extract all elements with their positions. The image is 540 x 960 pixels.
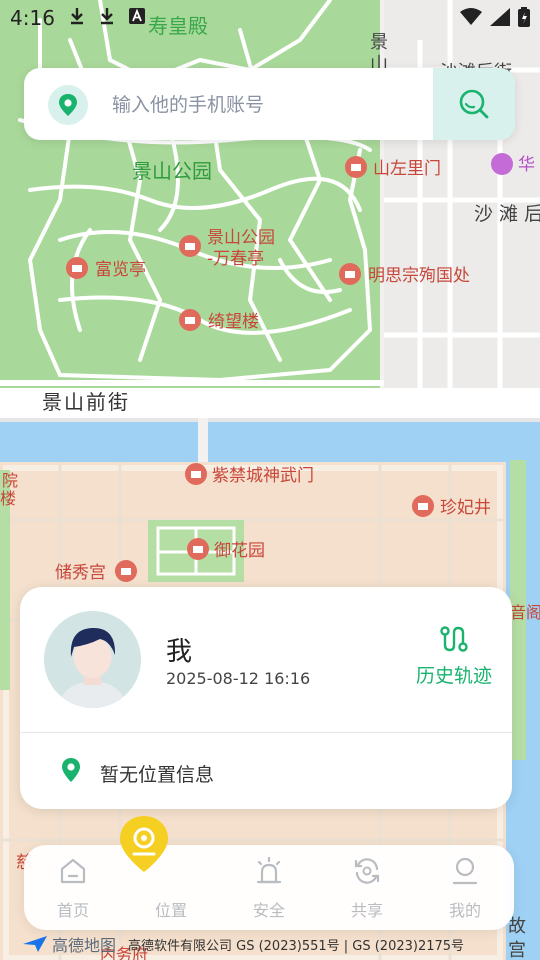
amap-logo-text: 高德地图 <box>52 936 117 955</box>
alarm-icon <box>256 856 282 884</box>
search-button[interactable] <box>433 68 515 140</box>
avatar-icon <box>44 611 141 708</box>
status-bar: 4:16 <box>0 0 540 36</box>
map-label: 沙 滩 后 <box>474 203 540 225</box>
search-icon <box>459 89 489 119</box>
tab-label: 位置 <box>154 901 187 920</box>
map-label: 楼 <box>0 489 16 508</box>
map-label: 富览亭 <box>95 260 146 280</box>
wifi-icon <box>460 8 482 25</box>
battery-icon <box>518 7 530 27</box>
map-label: 院 <box>2 471 18 490</box>
user-location-card: 我 2025-08-12 16:16 历史轨迹 暂无位置信息 <box>20 587 512 809</box>
history-track-button[interactable]: 历史轨迹 <box>404 625 504 689</box>
map-label: 华 <box>518 155 535 175</box>
map-label: 御花园 <box>214 541 265 561</box>
location-status-text: 暂无位置信息 <box>100 764 215 786</box>
copyright-text: 高德软件有限公司 GS (2023)551号 | GS (2023)2175号 <box>128 939 465 954</box>
profile-icon <box>452 857 478 885</box>
location-pin-icon <box>48 85 88 125</box>
tab-label: 安全 <box>252 901 285 920</box>
amap-logo: 高德地图 <box>22 932 116 956</box>
map-label: 珍妃井 <box>440 498 491 518</box>
amap-logo-icon <box>23 936 47 952</box>
user-name: 我 <box>166 637 193 667</box>
font-a-icon <box>129 8 145 24</box>
map-label: 景山公园 <box>132 159 212 183</box>
map-attribution: 高德地图 高德软件有限公司 GS (2023)551号 | GS (2023)2… <box>20 930 540 960</box>
tab-label: 我的 <box>448 901 481 920</box>
location-pin-icon[interactable] <box>118 814 170 874</box>
map-label: 明思宗殉国处 <box>368 266 470 286</box>
tab-label: 共享 <box>350 901 383 920</box>
map-label: 储秀宫 <box>55 563 106 583</box>
tab-share[interactable]: 共享 <box>318 845 416 930</box>
download-icon <box>71 8 83 25</box>
location-pin-icon <box>62 758 80 782</box>
bottom-tab-bar: 首页 位置 安全 共享 我的 <box>24 845 514 930</box>
share-refresh-icon <box>354 858 380 884</box>
search-input[interactable] <box>110 86 434 124</box>
map-label: 紫禁城神武门 <box>212 466 314 486</box>
avatar[interactable] <box>44 611 141 708</box>
home-icon <box>60 858 86 884</box>
last-update-time: 2025-08-12 16:16 <box>166 669 311 688</box>
map-label: 山左里门 <box>373 159 441 179</box>
tab-safety[interactable]: 安全 <box>220 845 318 930</box>
map-label: 景山前街 <box>42 390 130 414</box>
map-label: 景山公园 <box>207 228 275 248</box>
tab-label: 首页 <box>56 901 89 920</box>
map-label: 音阁 <box>510 603 540 622</box>
history-track-label: 历史轨迹 <box>415 665 492 687</box>
divider <box>20 732 512 733</box>
tab-profile[interactable]: 我的 <box>416 845 514 930</box>
map-label: -万春亭 <box>207 249 264 269</box>
search-bar <box>24 68 515 140</box>
status-time: 4:16 <box>10 6 55 30</box>
map-view[interactable]: 寿皇殿 景山公园 山左里门 景山公园 -万春亭 富览亭 明思宗殉国处 绮望楼 景… <box>0 0 540 960</box>
signal-icon <box>490 8 510 26</box>
tab-home[interactable]: 首页 <box>24 845 122 930</box>
route-icon <box>440 626 468 652</box>
download-icon <box>101 8 113 25</box>
map-label: 绮望楼 <box>208 312 259 332</box>
